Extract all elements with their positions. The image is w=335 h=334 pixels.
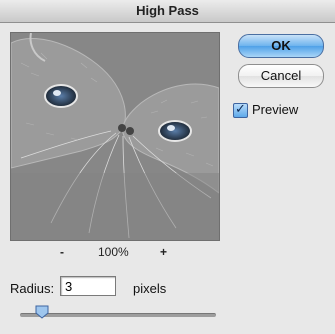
- zoom-out-button[interactable]: -: [60, 245, 64, 259]
- zoom-in-button[interactable]: +: [160, 245, 167, 259]
- radius-slider-track[interactable]: [20, 313, 216, 317]
- preview-label: Preview: [252, 102, 299, 117]
- radius-input[interactable]: [60, 276, 116, 296]
- radius-unit-label: pixels: [133, 281, 167, 296]
- ok-button[interactable]: OK: [238, 34, 324, 58]
- preview-checkbox[interactable]: ✓: [233, 101, 248, 118]
- checkmark-icon: ✓: [235, 101, 246, 116]
- squirrel-preview-graphic: [11, 33, 219, 240]
- zoom-controls: - 100% +: [10, 245, 220, 261]
- high-pass-dialog: High Pass - 100% + OK Cancel ✓ Preview R…: [0, 0, 335, 334]
- cancel-button[interactable]: Cancel: [238, 64, 324, 88]
- dialog-title: High Pass: [0, 0, 335, 23]
- filter-preview-image[interactable]: [10, 32, 220, 241]
- slider-thumb-icon[interactable]: [35, 305, 49, 319]
- zoom-level: 100%: [98, 245, 129, 259]
- radius-label: Radius:: [10, 281, 55, 296]
